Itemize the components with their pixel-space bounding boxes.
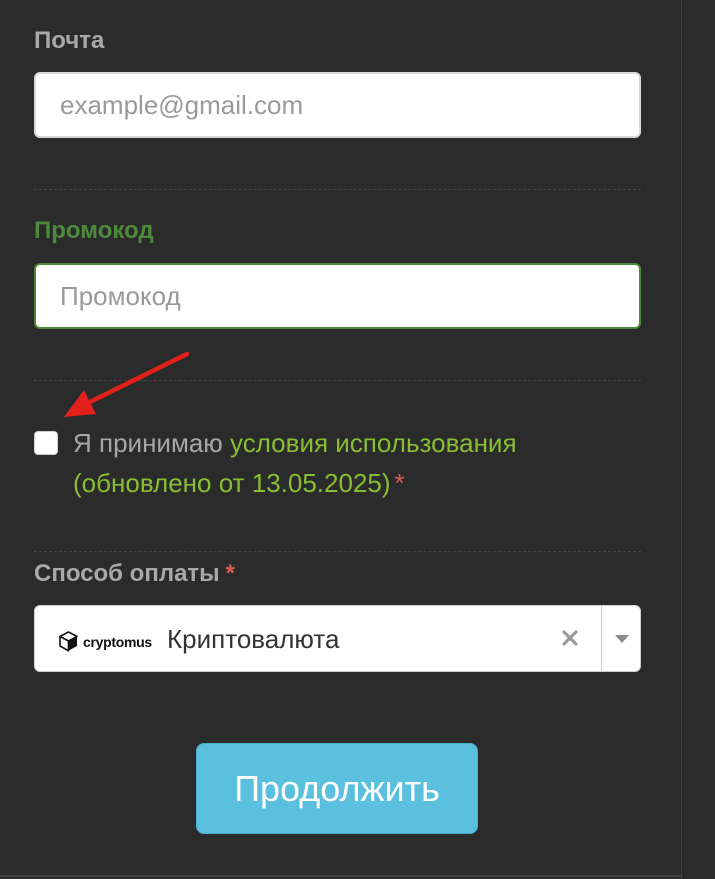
terms-prefix: Я принимаю	[73, 428, 231, 458]
required-mark: *	[225, 560, 236, 587]
cube-logo-icon	[59, 631, 78, 652]
email-input[interactable]	[34, 72, 641, 138]
brand-name: cryptomus	[83, 633, 152, 650]
continue-button[interactable]: Продолжить	[196, 743, 478, 834]
form-separator	[34, 189, 641, 190]
payment-label: Способ оплаты *	[34, 560, 236, 587]
email-label: Почта	[34, 27, 105, 54]
right-divider	[681, 0, 682, 879]
cryptomus-logo: cryptomus	[59, 631, 152, 652]
selected-payment-method: Криптовалюта	[167, 624, 340, 654]
caret-down-icon	[615, 635, 629, 643]
terms-text: Я принимаю условия использования (обновл…	[73, 423, 633, 503]
form-separator	[34, 551, 641, 552]
bottom-line	[0, 875, 681, 877]
required-mark: *	[394, 468, 405, 498]
close-icon[interactable]	[557, 625, 583, 651]
dropdown-toggle[interactable]	[602, 606, 640, 671]
terms-checkbox[interactable]	[34, 431, 58, 455]
promo-label: Промокод	[34, 217, 154, 244]
promo-input[interactable]	[34, 263, 641, 329]
form-separator	[34, 380, 641, 381]
payment-method-select[interactable]: cryptomus Криптовалюта	[34, 605, 641, 672]
